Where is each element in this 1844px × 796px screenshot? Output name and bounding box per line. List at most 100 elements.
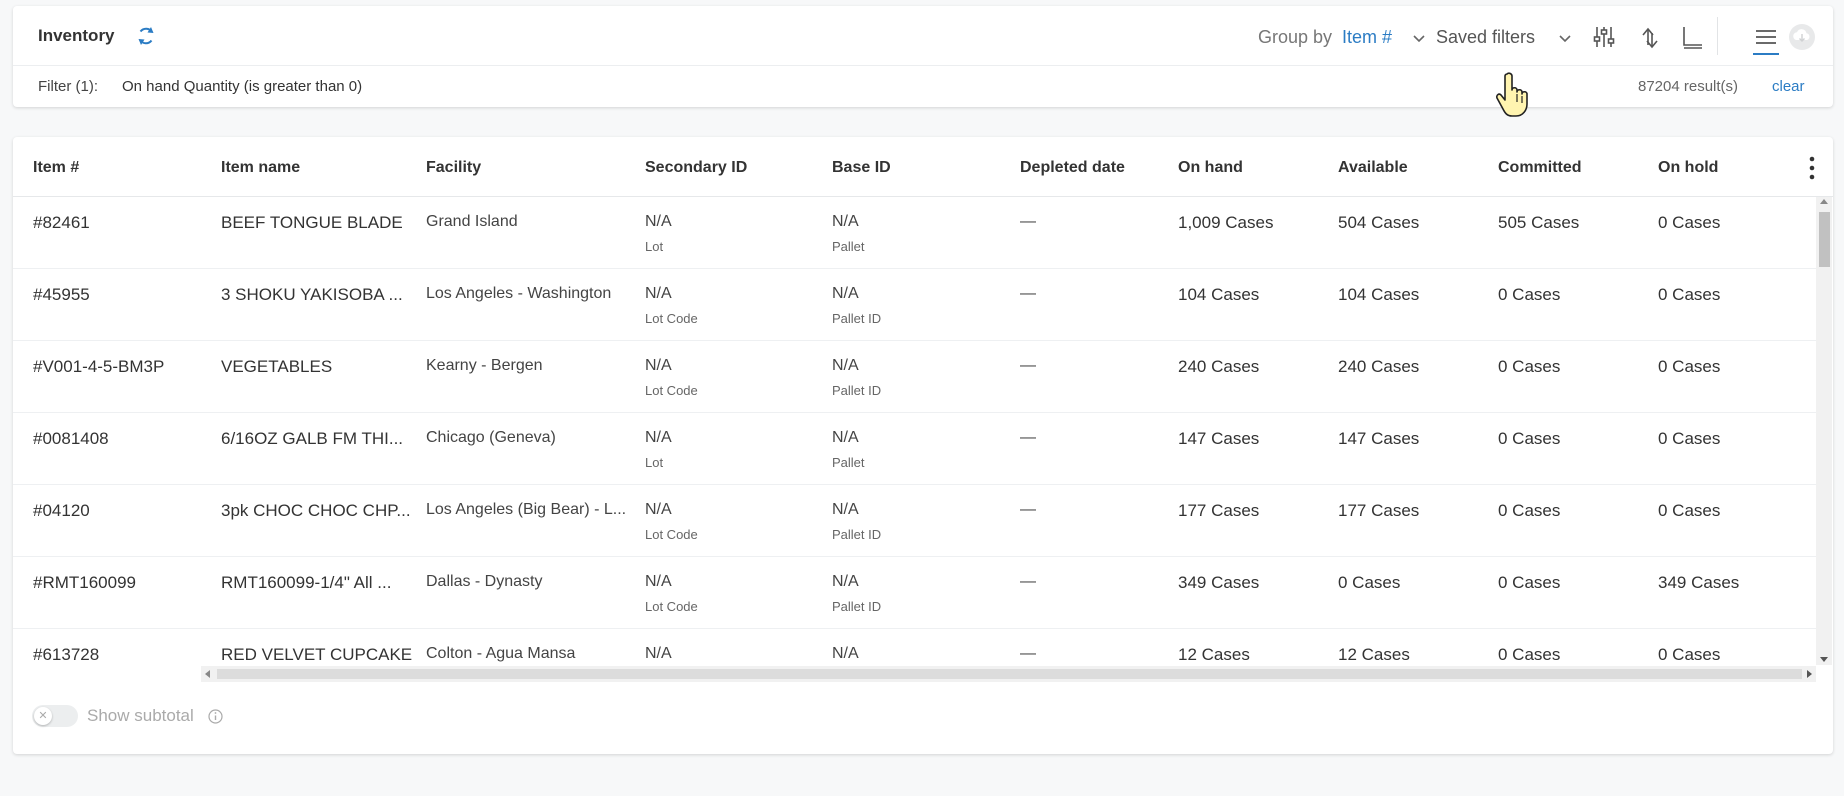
table-row[interactable]: #04120 3pk CHOC CHOC CHP... Los Angeles …	[13, 485, 1816, 557]
group-by-select[interactable]: Item #	[1342, 27, 1392, 48]
cell-secondary-id: N/A	[645, 645, 672, 662]
cell-committed: 505 Cases	[1498, 213, 1580, 232]
horizontal-scrollbar[interactable]	[201, 666, 1816, 682]
cell-item[interactable]: #RMT160099	[33, 573, 213, 593]
saved-filters-button[interactable]: Saved filters	[1436, 27, 1535, 48]
cell-item[interactable]: #613728	[33, 645, 213, 665]
scroll-left-arrow-icon[interactable]	[205, 670, 210, 678]
cell-secondary-id-type: Lot	[645, 455, 664, 470]
vertical-scrollbar-thumb[interactable]	[1819, 212, 1830, 267]
cell-item[interactable]: #V001-4-5-BM3P	[33, 357, 213, 377]
cell-base-id: N/A	[832, 429, 859, 446]
column-header-base-id[interactable]: Base ID	[832, 159, 891, 177]
cell-committed: 0 Cases	[1498, 501, 1561, 520]
cell-item-name: 6/16OZ GALB FM THI...	[221, 429, 404, 448]
info-icon[interactable]	[207, 708, 224, 725]
column-header-facility[interactable]: Facility	[426, 159, 481, 177]
cell-on-hand: 349 Cases	[1178, 573, 1260, 592]
group-by-label: Group by	[1258, 27, 1333, 47]
cell-secondary-id-type: Lot Code	[645, 383, 698, 398]
cell-committed: 0 Cases	[1498, 285, 1561, 304]
chevron-down-icon[interactable]	[1555, 28, 1575, 48]
cell-base-id: N/A	[832, 285, 859, 302]
cell-item[interactable]: #04120	[33, 501, 213, 521]
clear-filters-link[interactable]: clear	[1772, 78, 1805, 95]
chart-axis-icon[interactable]	[1678, 23, 1706, 51]
column-settings-icon[interactable]	[1590, 23, 1618, 51]
page-title: Inventory	[38, 26, 115, 45]
table-row[interactable]: #82461 BEEF TONGUE BLADE Grand Island N/…	[13, 197, 1816, 269]
scroll-down-arrow-icon[interactable]	[1820, 657, 1828, 662]
cell-item[interactable]: #0081408	[33, 429, 213, 449]
cell-item-name: BEEF TONGUE BLADE	[221, 213, 403, 232]
cell-depleted-date: —	[1020, 213, 1036, 230]
result-count: 87204 result(s)	[1638, 78, 1739, 95]
cell-secondary-id: N/A	[645, 213, 672, 230]
cell-committed: 0 Cases	[1498, 645, 1561, 664]
scroll-right-arrow-icon[interactable]	[1807, 670, 1812, 678]
cell-available: 12 Cases	[1338, 645, 1410, 664]
table-row[interactable]: #V001-4-5-BM3P VEGETABLES Kearny - Berge…	[13, 341, 1816, 413]
cell-on-hand: 147 Cases	[1178, 429, 1260, 448]
cell-secondary-id: N/A	[645, 429, 672, 446]
cell-on-hand: 177 Cases	[1178, 501, 1260, 520]
cell-depleted-date: —	[1020, 357, 1036, 374]
scroll-up-arrow-icon[interactable]	[1820, 199, 1828, 204]
inventory-table-card: Item # Item name Facility Secondary ID B…	[13, 137, 1833, 754]
column-header-secondary-id[interactable]: Secondary ID	[645, 159, 747, 177]
cell-item-name: 3pk CHOC CHOC CHP...	[221, 501, 411, 520]
cell-base-id: N/A	[832, 573, 859, 590]
cell-item[interactable]: #82461	[33, 213, 213, 233]
table-row[interactable]: #RMT160099 RMT160099-1/4" All ... Dallas…	[13, 557, 1816, 629]
cell-base-id-type: Pallet	[832, 239, 865, 254]
cell-available: 240 Cases	[1338, 357, 1420, 376]
active-filter-chip[interactable]: On hand Quantity (is greater than 0)	[122, 78, 362, 95]
chevron-down-icon[interactable]	[1409, 28, 1429, 48]
cell-available: 147 Cases	[1338, 429, 1420, 448]
column-header-committed[interactable]: Committed	[1498, 159, 1582, 177]
vertical-scrollbar[interactable]	[1816, 197, 1832, 665]
cell-committed: 0 Cases	[1498, 573, 1561, 592]
cell-on-hand: 240 Cases	[1178, 357, 1260, 376]
sort-icon[interactable]	[1635, 23, 1663, 51]
cell-item[interactable]: #45955	[33, 285, 213, 305]
more-options-icon[interactable]	[1806, 155, 1818, 181]
cloud-download-icon[interactable]	[1788, 23, 1816, 51]
toolbar-row: Inventory Group by Item # Saved filters	[13, 6, 1833, 66]
cell-base-id: N/A	[832, 501, 859, 518]
cell-on-hand: 12 Cases	[1178, 645, 1250, 664]
table-row[interactable]: #613728 RED VELVET CUPCAKE Colton - Agua…	[13, 629, 1816, 665]
column-header-depleted-date[interactable]: Depleted date	[1020, 159, 1125, 177]
cell-depleted-date: —	[1020, 501, 1036, 518]
show-subtotal-toggle[interactable]: ✕	[32, 705, 78, 727]
refresh-icon[interactable]	[134, 24, 158, 48]
column-header-item-name[interactable]: Item name	[221, 159, 300, 177]
cell-facility: Chicago (Geneva)	[426, 429, 556, 446]
column-header-on-hold[interactable]: On hold	[1658, 159, 1718, 177]
column-header-on-hand[interactable]: On hand	[1178, 159, 1243, 177]
cell-secondary-id: N/A	[645, 501, 672, 518]
toolbar-divider	[1717, 17, 1718, 55]
list-view-icon[interactable]	[1752, 23, 1780, 51]
column-header-available[interactable]: Available	[1338, 159, 1408, 177]
table-row[interactable]: #0081408 6/16OZ GALB FM THI... Chicago (…	[13, 413, 1816, 485]
cell-facility: Grand Island	[426, 213, 518, 230]
cell-on-hold: 0 Cases	[1658, 429, 1721, 448]
cell-on-hand: 104 Cases	[1178, 285, 1260, 304]
cell-secondary-id-type: Lot Code	[645, 311, 698, 326]
cell-secondary-id: N/A	[645, 285, 672, 302]
table-row[interactable]: #45955 3 SHOKU YAKISOBA ... Los Angeles …	[13, 269, 1816, 341]
toolbar-card: Inventory Group by Item # Saved filters	[13, 6, 1833, 107]
cell-base-id: N/A	[832, 357, 859, 374]
cell-base-id-type: Pallet ID	[832, 383, 882, 398]
column-header-item[interactable]: Item #	[33, 159, 79, 177]
cell-base-id-type: Pallet	[832, 455, 865, 470]
cell-available: 504 Cases	[1338, 213, 1420, 232]
horizontal-scrollbar-thumb[interactable]	[217, 669, 1802, 679]
cell-base-id-type: Pallet ID	[832, 527, 882, 542]
cell-depleted-date: —	[1020, 285, 1036, 302]
cell-secondary-id-type: Lot Code	[645, 527, 698, 542]
cell-base-id: N/A	[832, 645, 859, 662]
cell-committed: 0 Cases	[1498, 429, 1561, 448]
show-subtotal-label: Show subtotal	[87, 706, 194, 725]
